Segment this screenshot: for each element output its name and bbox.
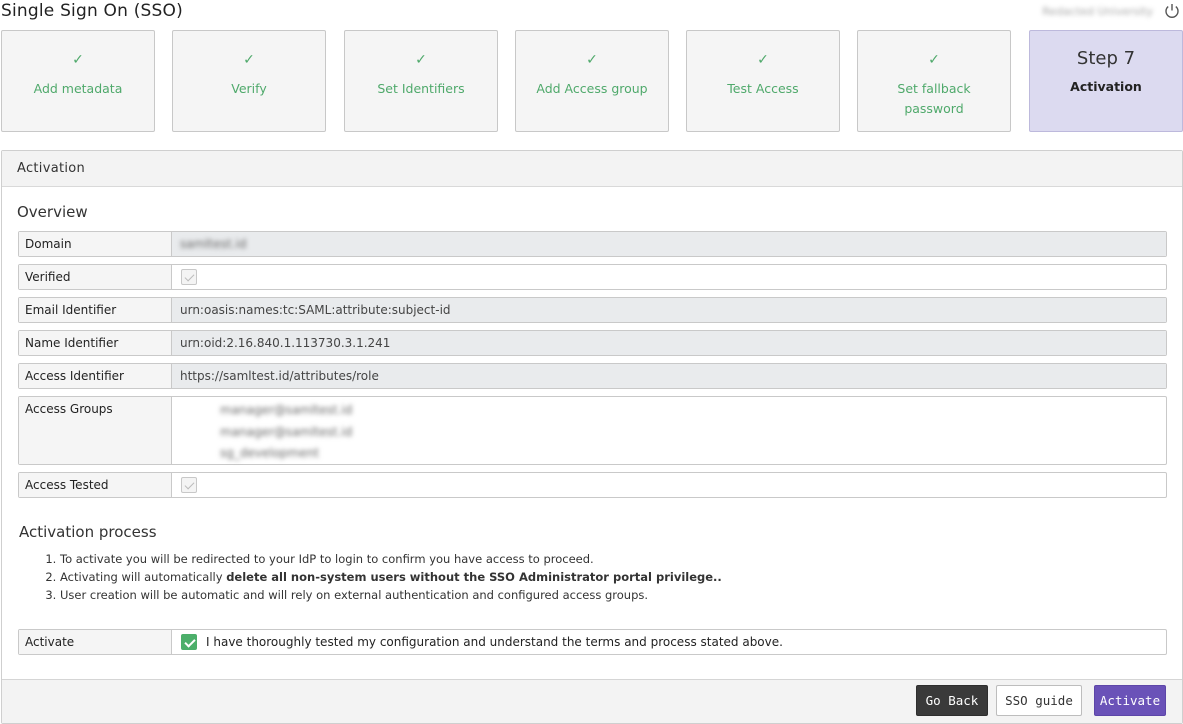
access-groups-label: Access Groups [19,397,172,464]
step-number: Step 7 [1076,48,1136,69]
domain-row: Domain samltest.id [18,231,1167,257]
name-identifier-row: Name Identifier urn:oid:2.16.840.1.11373… [18,330,1167,356]
check-icon: ✓ [928,52,940,68]
domain-label: Domain [19,232,172,256]
process-step: To activate you will be redirected to yo… [60,550,722,568]
verified-row: Verified [18,264,1167,290]
activate-row: Activate I have thoroughly tested my con… [18,629,1167,655]
activation-process-list: To activate you will be redirected to yo… [42,550,722,604]
step-add-metadata[interactable]: ✓ Add metadata [1,30,155,132]
access-identifier-label: Access Identifier [19,364,172,388]
check-icon: ✓ [415,52,427,68]
access-group-item: manager@samltest.id [220,424,353,439]
step-label: Set fallback password [897,81,971,116]
email-identifier-row: Email Identifier urn:oasis:names:tc:SAML… [18,297,1167,323]
access-tested-label: Access Tested [19,473,172,497]
name-identifier-label: Name Identifier [19,331,172,355]
access-tested-checkbox [181,477,197,493]
email-identifier-label: Email Identifier [19,298,172,322]
step-add-access-group[interactable]: ✓ Add Access group [515,30,669,132]
verified-checkbox [181,269,197,285]
step-label: Add Access group [536,81,648,96]
activation-panel: Activation Overview Domain samltest.id V… [1,150,1183,724]
access-identifier-row: Access Identifier https://samltest.id/at… [18,363,1167,389]
org-name: Redacted University [1042,4,1153,18]
name-identifier-value: urn:oid:2.16.840.1.113730.3.1.241 [172,331,1166,355]
step-label: Test Access [727,81,799,96]
activate-button[interactable]: Activate [1094,685,1166,716]
step-label: Add metadata [33,81,123,96]
check-icon: ✓ [757,52,769,68]
process-step: User creation will be automatic and will… [60,586,722,604]
step-test-access[interactable]: ✓ Test Access [686,30,840,132]
verified-label: Verified [19,265,172,289]
check-icon: ✓ [243,52,255,68]
check-icon: ✓ [586,52,598,68]
access-tested-row: Access Tested [18,472,1167,498]
step-wizard: ✓ Add metadata ✓ Verify ✓ Set Identifier… [1,30,1183,132]
go-back-button[interactable]: Go Back [916,685,988,716]
process-step-text: Activating will automatically [60,570,227,584]
step-verify[interactable]: ✓ Verify [172,30,326,132]
step-label: Set Identifiers [377,81,465,96]
access-group-item: sg_development [220,446,320,460]
step-label: Verify [231,81,267,96]
domain-value: samltest.id [180,237,247,251]
step-label: Activation [1070,79,1142,94]
access-groups-list: manager@samltest.id manager@samltest.id … [172,397,1166,464]
step-activation[interactable]: Step 7 Activation [1029,30,1183,132]
panel-footer: Go Back SSO guide Activate [2,679,1182,723]
check-icon: ✓ [72,52,84,68]
power-icon[interactable] [1163,2,1181,20]
activate-label: Activate [19,630,172,654]
email-identifier-value: urn:oasis:names:tc:SAML:attribute:subjec… [172,298,1166,322]
process-step: Activating will automatically delete all… [60,568,722,586]
access-identifier-value: https://samltest.id/attributes/role [172,364,1166,388]
step-set-fallback-password[interactable]: ✓ Set fallback password [857,30,1011,132]
access-groups-row: Access Groups manager@samltest.id manage… [18,396,1167,465]
activation-process-title: Activation process [19,523,157,541]
overview-title: Overview [17,203,88,221]
sso-guide-button[interactable]: SSO guide [996,685,1082,716]
top-right-bar: Redacted University [1042,2,1181,20]
activate-checkbox[interactable] [181,634,197,650]
step-set-identifiers[interactable]: ✓ Set Identifiers [344,30,498,132]
page-title: Single Sign On (SSO) [1,1,183,21]
activate-checkbox-label[interactable]: I have thoroughly tested my configuratio… [206,630,783,654]
access-group-item: manager@samltest.id [220,403,353,417]
process-warning: delete all non-system users without the … [226,570,722,584]
panel-title: Activation [2,151,1182,187]
